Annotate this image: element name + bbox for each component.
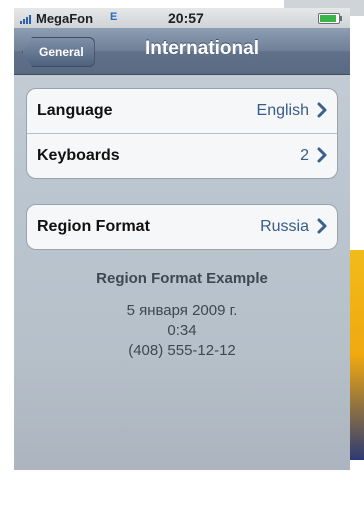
row-value: 2	[300, 147, 309, 164]
row-keyboards[interactable]: Keyboards 2	[27, 134, 337, 178]
region-example-date: 5 января 2009 г.	[126, 302, 238, 319]
chevron-right-icon	[317, 147, 327, 163]
settings-group-language: Language English Keyboards 2	[26, 88, 338, 179]
network-type: E	[110, 11, 118, 23]
settings-group-region: Region Format Russia	[26, 204, 338, 250]
status-time: 20:57	[168, 10, 204, 26]
region-example-title: Region Format Example	[96, 270, 268, 287]
signal-bars-icon	[20, 14, 34, 24]
background-right-edge	[350, 250, 364, 460]
row-value: English	[256, 102, 309, 119]
row-label: Keyboards	[37, 147, 120, 164]
row-language[interactable]: Language English	[27, 89, 337, 134]
page-title: International	[144, 38, 259, 59]
row-label: Language	[37, 102, 113, 119]
background-bottom	[0, 470, 364, 510]
region-example-phone: (408) 555-12-12	[128, 342, 236, 359]
navigation-bar: General International	[14, 28, 350, 75]
region-example-time: 0:34	[167, 322, 197, 339]
battery-icon	[318, 13, 342, 24]
row-value: Russia	[260, 218, 309, 235]
status-bar: MegaFon E 20:57	[14, 8, 350, 28]
chevron-right-icon	[317, 102, 327, 118]
phone-screen: MegaFon E 20:57 General International La…	[14, 8, 350, 500]
chevron-right-icon	[317, 218, 327, 234]
carrier-name: MegaFon	[36, 11, 94, 26]
row-region-format[interactable]: Region Format Russia	[27, 205, 337, 249]
row-label: Region Format	[37, 218, 150, 235]
